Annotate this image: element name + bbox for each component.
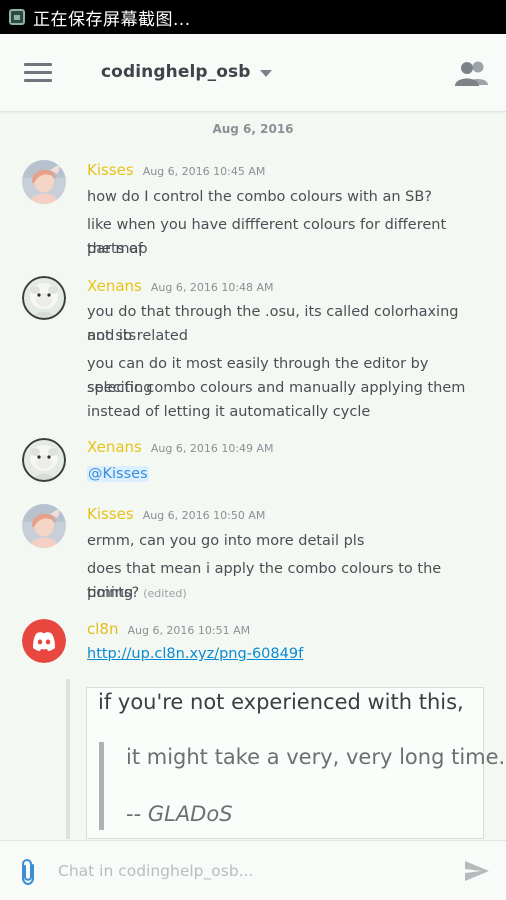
status-text: 正在保存屏幕截图... — [33, 9, 191, 30]
avatar[interactable] — [22, 276, 66, 320]
channel-name: codinghelp_osb — [101, 62, 251, 82]
message-text: instead of letting it automatically cycl… — [87, 404, 371, 420]
status-bar: 正在保存屏幕截图... — [0, 0, 506, 34]
quote-prefix: -- — [126, 802, 148, 826]
edited-label: (edited) — [143, 587, 187, 600]
message-timestamp: Aug 6, 2016 10:51 AM — [127, 624, 251, 637]
avatar[interactable] — [22, 160, 66, 204]
avatar[interactable] — [22, 619, 66, 663]
message-text: not sb related — [87, 328, 189, 344]
user-mention[interactable]: @Kisses — [87, 466, 149, 482]
chat-input[interactable] — [58, 855, 438, 887]
avatar[interactable] — [22, 438, 66, 482]
embed-text-line: if you're not experienced with this, — [98, 690, 464, 714]
quote-bar — [99, 742, 104, 830]
message-text-fragment: points? — [87, 585, 140, 601]
embed-text-line: it might take a very, very long time. — [126, 745, 506, 769]
message-text: @Kisses — [87, 462, 487, 486]
message-timestamp: Aug 6, 2016 10:50 AM — [142, 509, 266, 522]
avatar[interactable] — [22, 504, 66, 548]
message-composer — [0, 840, 506, 900]
embed-text-line: -- GLADoS — [126, 802, 233, 826]
embed-accent-bar — [66, 679, 70, 839]
send-icon[interactable] — [464, 859, 490, 883]
message-text: how do I control the combo colours with … — [87, 189, 432, 205]
author-name[interactable]: Kisses — [87, 505, 134, 523]
members-icon[interactable] — [454, 59, 490, 87]
hamburger-menu-icon[interactable] — [24, 63, 54, 83]
screenshot-icon — [9, 9, 25, 25]
message-text: ermm, can you go into more detail pls — [87, 533, 365, 549]
message-timestamp: Aug 6, 2016 10:48 AM — [150, 281, 274, 294]
message-timestamp: Aug 6, 2016 10:45 AM — [142, 165, 266, 178]
app-bar: codinghelp_osb — [0, 34, 506, 112]
embed-image[interactable]: if you're not experienced with this, it … — [86, 687, 505, 839]
channel-selector[interactable]: codinghelp_osb — [101, 58, 272, 86]
author-name[interactable]: Xenans — [87, 438, 142, 456]
paperclip-icon[interactable] — [18, 858, 40, 886]
author-name[interactable]: cl8n — [87, 620, 118, 638]
message-text: specific combo colours and manually appl… — [87, 380, 466, 396]
quote-author: GLADoS — [147, 802, 233, 826]
date-divider: Aug 6, 2016 — [212, 122, 294, 136]
author-name[interactable]: Kisses — [87, 161, 134, 179]
image-embed[interactable]: if you're not experienced with this, it … — [66, 679, 505, 839]
message-text: the map — [87, 241, 148, 257]
message-link[interactable]: http://up.cl8n.xyz/png-60849f — [87, 646, 303, 662]
chevron-down-icon — [259, 69, 272, 77]
message-text: points? (edited) — [87, 581, 487, 606]
message-timestamp: Aug 6, 2016 10:49 AM — [150, 442, 274, 455]
author-name[interactable]: Xenans — [87, 277, 142, 295]
